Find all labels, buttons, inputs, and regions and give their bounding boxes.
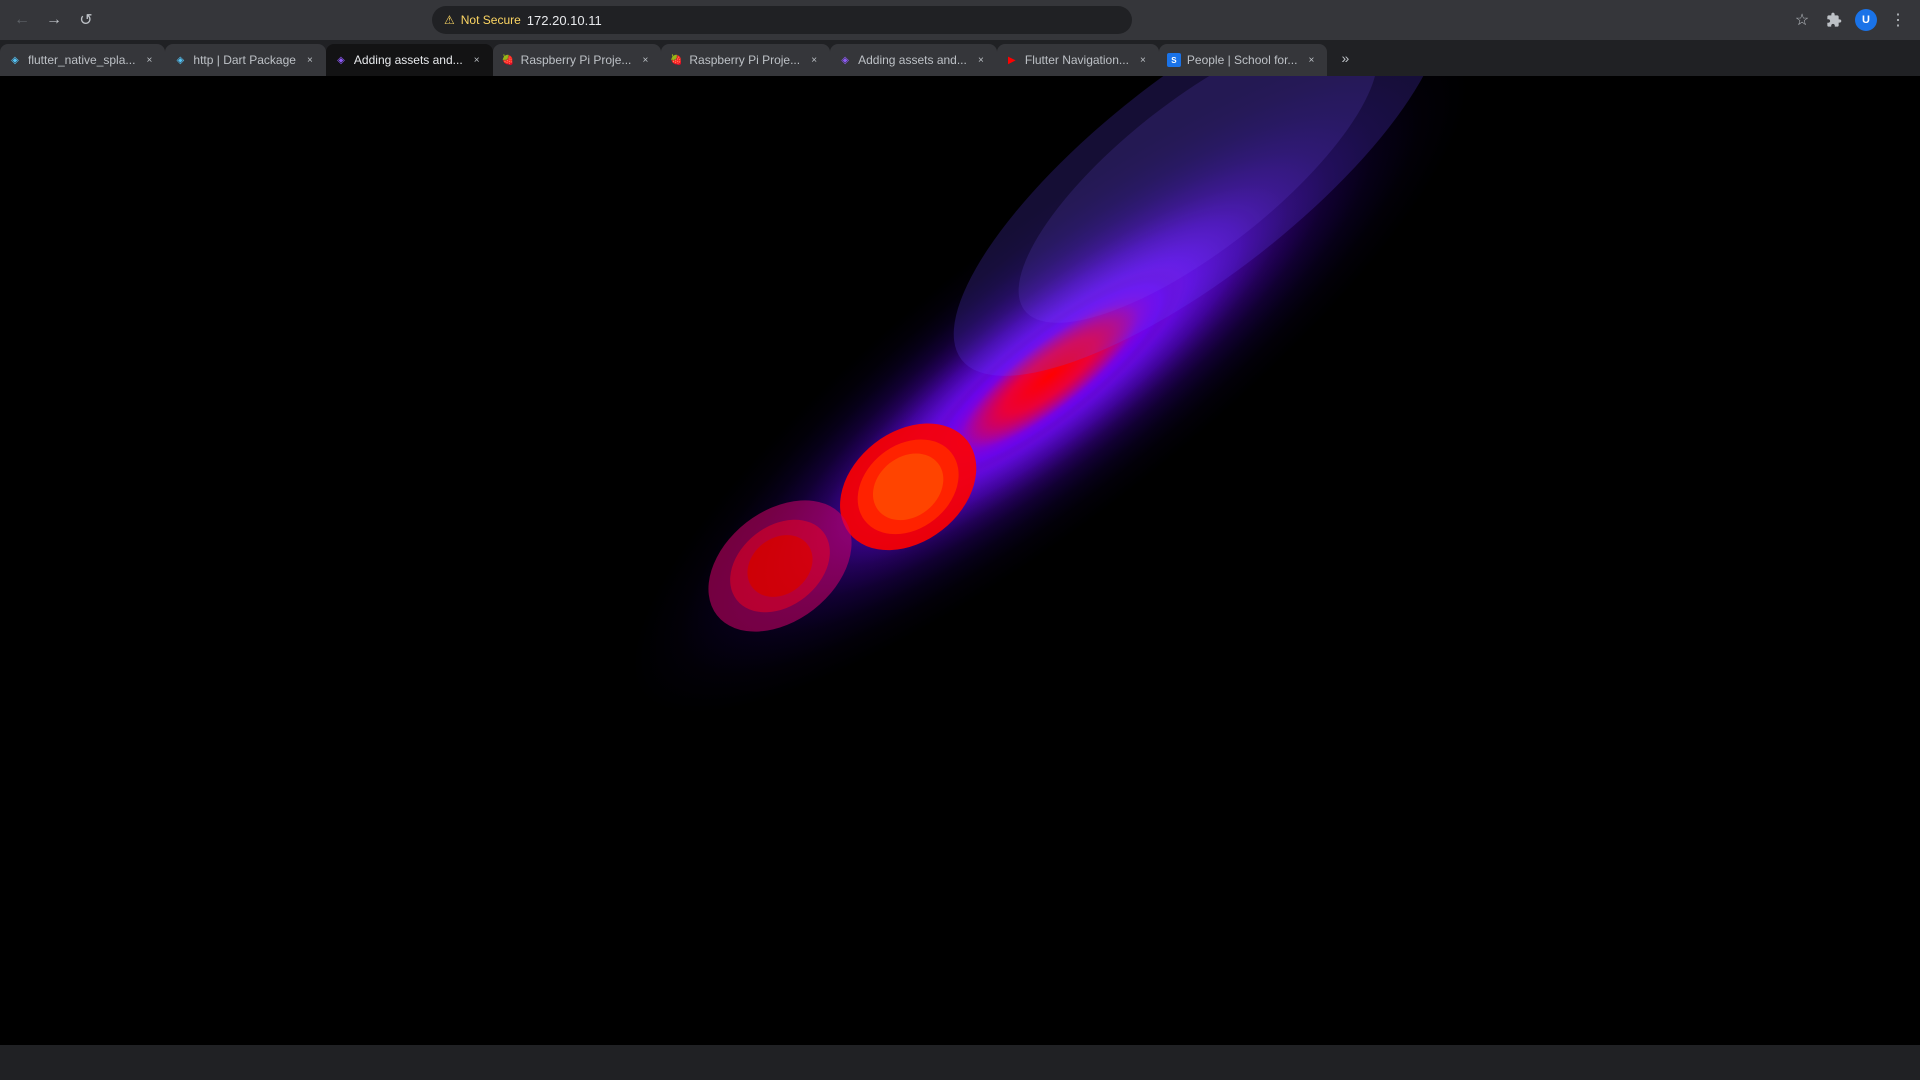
tab-dart-package[interactable]: ◈ http | Dart Package ×: [165, 44, 326, 76]
tab-favicon-dart: ◈: [173, 53, 187, 67]
reload-button[interactable]: ↺: [72, 6, 100, 34]
tab-flutter-native[interactable]: ◈ flutter_native_spla... ×: [0, 44, 165, 76]
extensions-button[interactable]: [1820, 6, 1848, 34]
tab-title: Raspberry Pi Proje...: [521, 53, 632, 67]
tab-close-button[interactable]: ×: [469, 52, 485, 68]
profile-button[interactable]: U: [1852, 6, 1880, 34]
tab-close-button[interactable]: ×: [973, 52, 989, 68]
tab-favicon-flutter2-2: ◈: [838, 53, 852, 67]
bookmark-button[interactable]: ☆: [1788, 6, 1816, 34]
tab-adding-assets-2[interactable]: ◈ Adding assets and... ×: [830, 44, 997, 76]
tab-favicon-raspi-2: 🍓: [669, 53, 683, 67]
tab-favicon-flutter: ◈: [8, 53, 22, 67]
tabs-bar: ◈ flutter_native_spla... × ◈ http | Dart…: [0, 40, 1920, 76]
tab-title: Flutter Navigation...: [1025, 53, 1129, 67]
tab-close-button[interactable]: ×: [1303, 52, 1319, 68]
tab-close-button[interactable]: ×: [637, 52, 653, 68]
security-warning-icon: ⚠: [444, 13, 455, 27]
address-bar[interactable]: ⚠ Not Secure 172.20.10.11: [432, 6, 1132, 34]
tab-close-button[interactable]: ×: [806, 52, 822, 68]
tab-close-button[interactable]: ×: [302, 52, 318, 68]
tab-title: Raspberry Pi Proje...: [689, 53, 800, 67]
title-bar: ← → ↺ ⚠ Not Secure 172.20.10.11 ☆ U ⋮: [0, 0, 1920, 40]
forward-button[interactable]: →: [40, 6, 68, 34]
tab-title: http | Dart Package: [193, 53, 296, 67]
browser-chrome: ← → ↺ ⚠ Not Secure 172.20.10.11 ☆ U ⋮ ◈ …: [0, 0, 1920, 76]
tab-title: flutter_native_spla...: [28, 53, 135, 67]
tab-favicon-raspi: 🍓: [501, 53, 515, 67]
tab-title: Adding assets and...: [858, 53, 967, 67]
tab-raspi-1[interactable]: 🍓 Raspberry Pi Proje... ×: [493, 44, 662, 76]
menu-button[interactable]: ⋮: [1884, 6, 1912, 34]
nav-buttons: ← → ↺: [8, 6, 100, 34]
tab-favicon-flutter2: ◈: [334, 53, 348, 67]
tab-raspi-2[interactable]: 🍓 Raspberry Pi Proje... ×: [661, 44, 830, 76]
gradient-blob: [0, 76, 1920, 1045]
tab-title: People | School for...: [1187, 53, 1298, 67]
back-button[interactable]: ←: [8, 6, 36, 34]
tab-favicon-school: S: [1167, 53, 1181, 67]
tab-school-people[interactable]: S People | School for... ×: [1159, 44, 1328, 76]
tabs-overflow-button[interactable]: »: [1331, 44, 1359, 72]
tab-title: Adding assets and...: [354, 53, 463, 67]
toolbar-right: ☆ U ⋮: [1788, 6, 1912, 34]
security-label: Not Secure: [461, 13, 521, 27]
tab-adding-assets-1[interactable]: ◈ Adding assets and... ×: [326, 44, 493, 76]
url-display: 172.20.10.11: [527, 13, 602, 28]
page-content: [0, 76, 1920, 1045]
tab-close-button[interactable]: ×: [1135, 52, 1151, 68]
tab-flutter-navigation[interactable]: ▶ Flutter Navigation... ×: [997, 44, 1159, 76]
tab-close-button[interactable]: ×: [141, 52, 157, 68]
tab-favicon-youtube: ▶: [1005, 53, 1019, 67]
